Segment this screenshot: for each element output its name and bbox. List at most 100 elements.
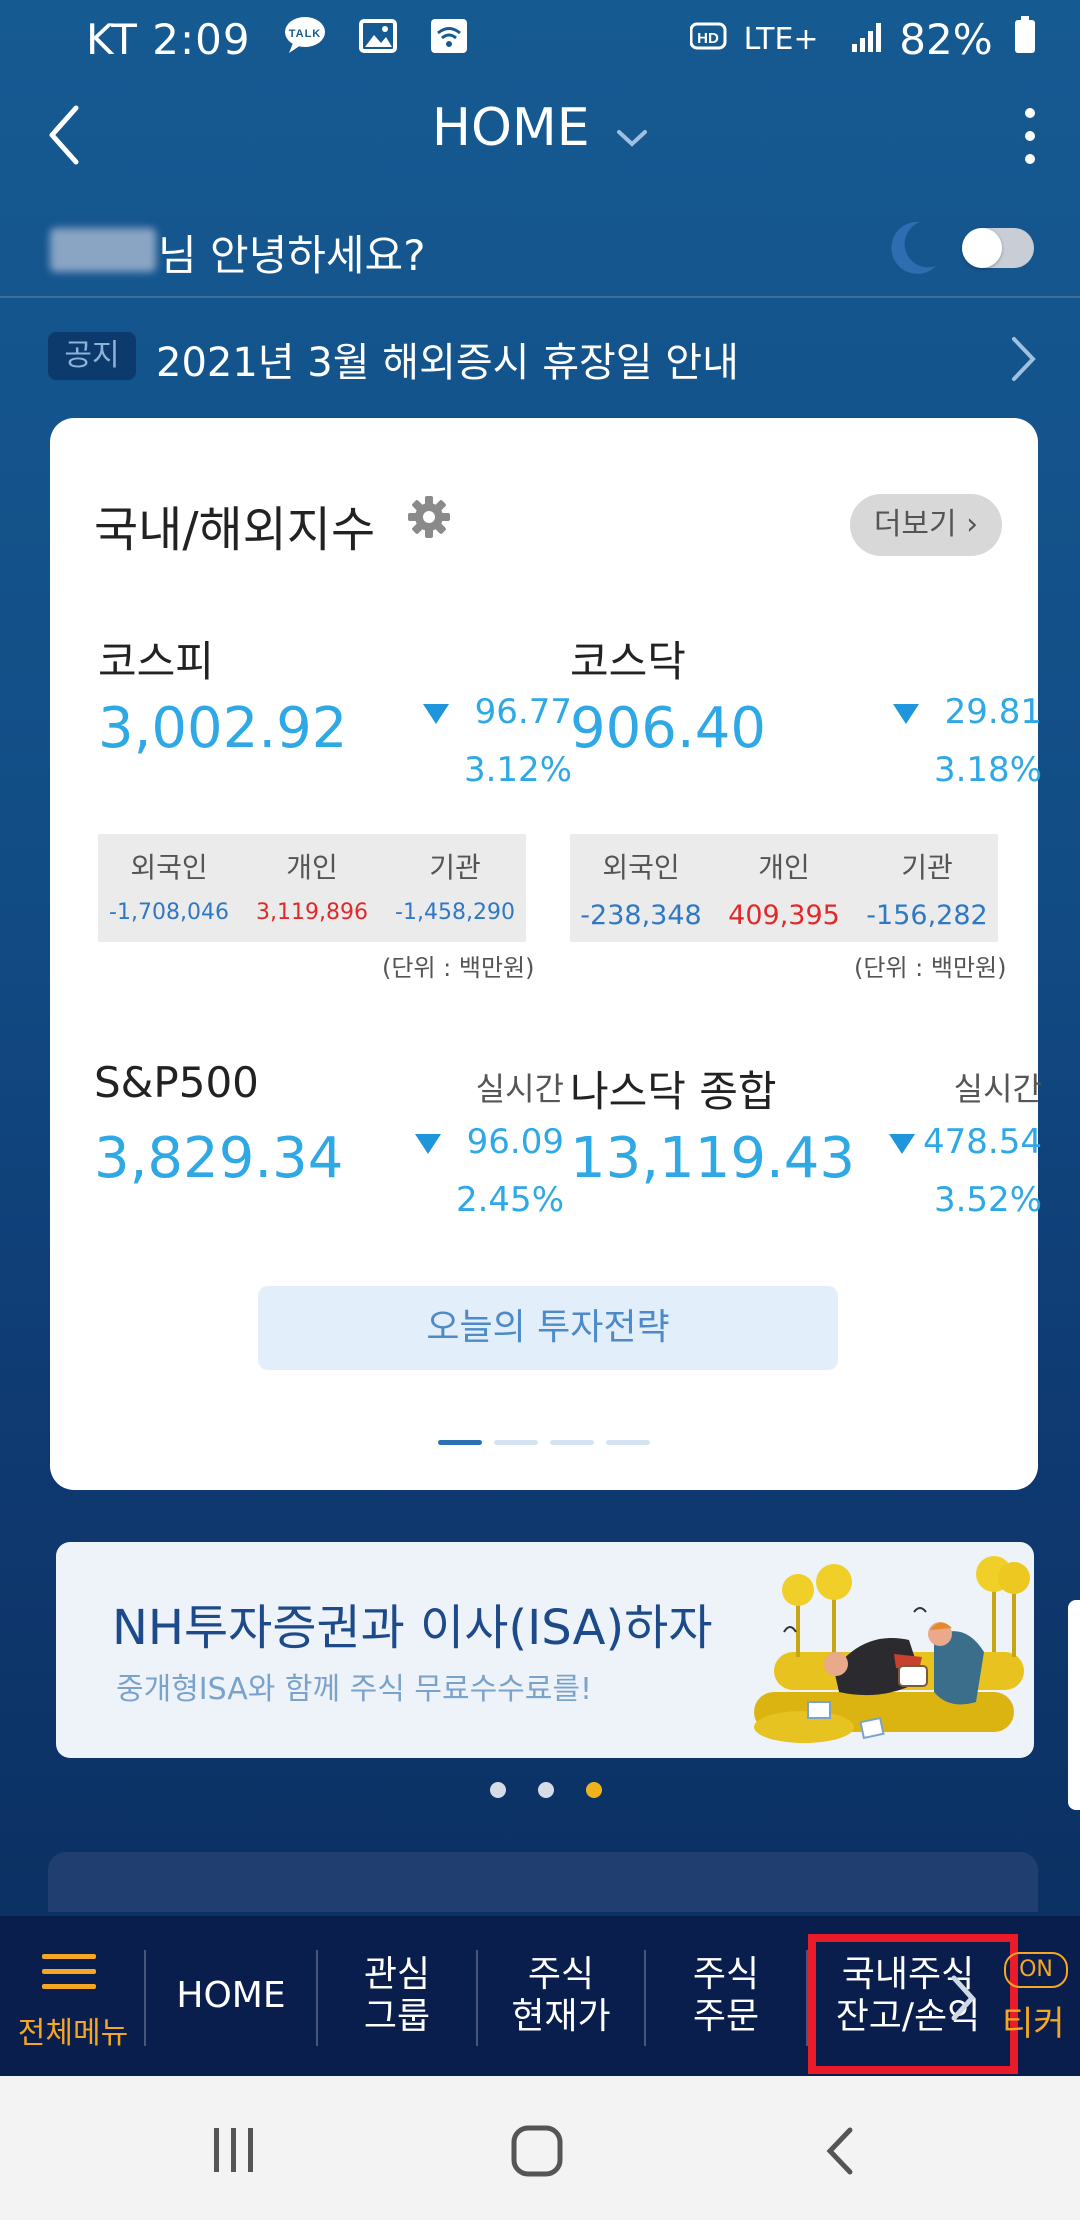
more-button[interactable]: 더보기 › [850, 494, 1002, 556]
index-value: 3,829.34 [94, 1126, 344, 1191]
notice-row[interactable]: 공지 2021년 3월 해외증시 휴장일 안내 [0, 312, 1080, 400]
signal-icon [850, 15, 886, 64]
gear-icon[interactable] [406, 494, 452, 540]
battery-percent: 82% [899, 15, 993, 64]
pager-dot [438, 1440, 482, 1445]
chevron-down-icon [616, 101, 648, 161]
all-menu-button[interactable]: 전체메뉴 [0, 1916, 140, 2076]
nav-label: 주식 [527, 1954, 595, 1995]
nav-label: 주식 [692, 1954, 760, 1995]
down-triangle-icon [414, 1133, 441, 1154]
index-change: 96.09 [414, 1122, 564, 1162]
index-sp500[interactable]: S&P500 실시간 3,829.34 96.09 2.45% [94, 1058, 564, 1228]
more-options-button[interactable] [1020, 108, 1040, 164]
investment-strategy-button[interactable]: 오늘의 투자전략 [258, 1286, 838, 1370]
index-change: 96.77 [422, 692, 572, 732]
index-percent: 3.18% [933, 750, 1042, 790]
pager-dot [550, 1440, 594, 1445]
clock: 2:09 [152, 15, 251, 64]
pager-dot [606, 1440, 650, 1445]
index-kosdaq[interactable]: 코스닥 906.40 29.81 3.18% [570, 628, 1042, 790]
investor-value: 3,119,896 [256, 900, 368, 925]
nav-label: HOME [176, 1975, 286, 2016]
highlight-box [808, 1934, 1018, 2074]
investor-header: 외국인 [130, 851, 208, 884]
index-change: 29.81 [892, 692, 1042, 732]
status-right: HD LTE+ 82% [672, 12, 1036, 64]
dot-icon [1025, 108, 1035, 118]
index-name: 나스닥 종합 [570, 1067, 777, 1116]
down-triangle-icon [422, 703, 449, 724]
investor-header: 기관 [901, 851, 953, 884]
index-percent: 3.12% [463, 750, 572, 790]
index-name: S&P500 [94, 1058, 259, 1107]
isa-banner[interactable]: NH투자증권과 이사(ISA)하자 중개형ISA와 함께 주식 무료수수료를! [56, 1542, 1034, 1758]
talk-icon: TALK [283, 15, 327, 65]
ticker-label[interactable]: 티커 [1002, 1996, 1065, 2045]
recent-apps-button[interactable] [210, 2124, 258, 2180]
moving-illustration [744, 1542, 1034, 1758]
top-bar: HOME [0, 72, 1080, 198]
nav-home[interactable]: HOME [146, 1916, 316, 2076]
realtime-label: 실시간 [475, 1070, 564, 1108]
home-button[interactable] [510, 2124, 564, 2182]
index-value: 906.40 [570, 696, 766, 761]
battery-icon [1014, 15, 1036, 64]
nav-stock-order[interactable]: 주식 주문 [646, 1916, 806, 2076]
nav-label: 현재가 [511, 1996, 611, 2037]
pager-dot [490, 1782, 506, 1798]
banner-headline: NH투자증권과 이사(ISA)하자 [112, 1600, 713, 1656]
kospi-investor-table: 외국인 개인 기관 -1,708,046 3,119,896 -1,458,29… [98, 834, 526, 942]
all-menu-label: 전체메뉴 [17, 2016, 129, 2051]
dot-icon [1025, 154, 1035, 164]
investor-header: 외국인 [602, 851, 680, 884]
hamburger-icon [42, 1954, 96, 1990]
nav-stock-price[interactable]: 주식 현재가 [478, 1916, 644, 2076]
banner-subline: 중개형ISA와 함께 주식 무료수수료를! [116, 1672, 593, 1707]
hd-icon: HD [689, 15, 730, 64]
index-name: 코스피 [98, 637, 214, 686]
realtime-label: 실시간 [953, 1070, 1042, 1108]
unit-label: (단위 : 백만원) [854, 954, 1007, 982]
pager-dot [494, 1440, 538, 1445]
next-section-peek [48, 1852, 1038, 1912]
investor-header: 기관 [429, 851, 481, 884]
investor-header: 개인 [758, 851, 810, 884]
notice-badge: 공지 [48, 332, 136, 380]
index-percent: 2.45% [455, 1180, 564, 1220]
blurred-username [50, 228, 156, 272]
index-nasdaq[interactable]: 나스닥 종합 실시간 13,119.43 478.54 3.52% [570, 1058, 1042, 1228]
chevron-right-icon [1008, 334, 1038, 384]
dot-icon [1025, 131, 1035, 141]
night-mode-toggle[interactable] [962, 228, 1034, 268]
card-title: 국내/해외지수 [94, 502, 376, 558]
unit-label: (단위 : 백만원) [382, 954, 535, 982]
system-nav-bar [0, 2076, 1080, 2220]
greeting-text: 님 안녕하세요? [158, 231, 426, 280]
index-percent: 3.52% [933, 1180, 1042, 1220]
banner-pager[interactable] [490, 1782, 634, 1802]
wifi-box-icon [430, 15, 468, 64]
moon-icon [880, 216, 940, 280]
investor-value: -238,348 [580, 900, 702, 931]
investor-value: -156,282 [866, 900, 988, 931]
carrier-label: KT [86, 15, 138, 64]
toggle-knob [962, 228, 1002, 268]
kosdaq-investor-table: 외국인 개인 기관 -238,348 409,395 -156,282 [570, 834, 998, 942]
nav-label: 관심 [363, 1954, 431, 1995]
index-kospi[interactable]: 코스피 3,002.92 96.77 3.12% [98, 628, 572, 790]
system-back-button[interactable] [822, 2124, 858, 2182]
ticker-on-badge[interactable]: ON [1004, 1952, 1068, 1988]
edge-panel-handle[interactable] [1068, 1600, 1080, 1810]
network-label: LTE+ [743, 22, 819, 57]
index-name: 코스닥 [570, 637, 686, 686]
down-triangle-icon [889, 1133, 916, 1154]
home-selector[interactable]: HOME [0, 98, 1080, 161]
nav-watch-group[interactable]: 관심 그룹 [318, 1916, 476, 2076]
status-left: KT 2:09 TALK [86, 12, 468, 65]
nav-label: 주문 [692, 1996, 760, 2037]
greeting-row: 님 안녕하세요? [0, 208, 1080, 298]
card-pager[interactable] [438, 1430, 662, 1449]
index-value: 13,119.43 [570, 1126, 856, 1191]
pager-dot [538, 1782, 554, 1798]
